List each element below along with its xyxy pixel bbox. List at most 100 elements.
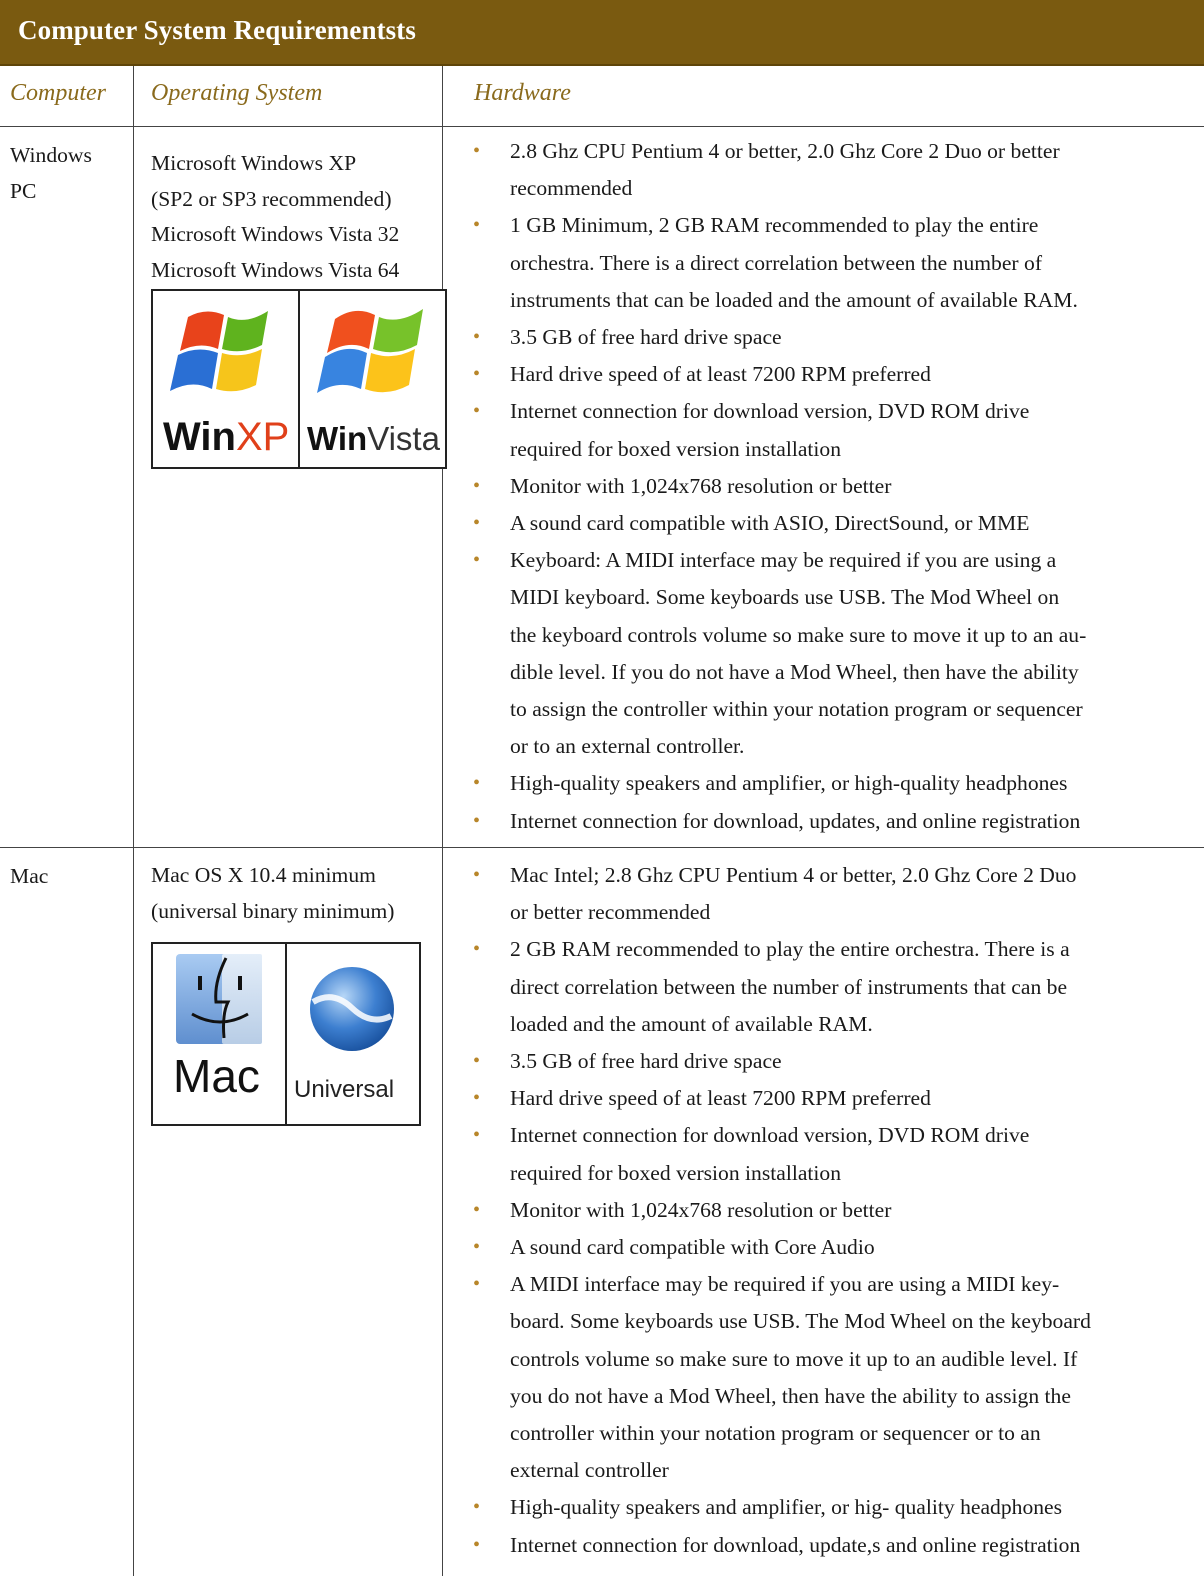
- logo-divider: [285, 944, 287, 1124]
- hardware-requirement-line: required for boxed version installation: [510, 1160, 842, 1185]
- windows-hardware-list: • 2.8 Ghz CPU Pentium 4 or better, 2.0 Gh…: [462, 133, 1184, 840]
- hardware-requirement-item: • 2 GB RAM recommended to play the entire…: [462, 931, 1184, 1043]
- hardware-requirement-line: or to an external controller.: [510, 734, 745, 759]
- bullet-icon: •: [473, 140, 481, 162]
- bullet-icon: •: [473, 772, 481, 795]
- os-line: (SP2 or SP3 recommended): [151, 186, 392, 211]
- hardware-requirement-line: 1 GB Minimum, 2 GB RAM recommended to pl…: [510, 213, 1039, 238]
- hardware-requirement-line: 2.8 Ghz CPU Pentium 4 or better, 2.0 Ghz…: [510, 139, 1060, 163]
- bullet-icon: •: [473, 938, 481, 961]
- hardware-requirement-line: Internet connection for download version…: [510, 399, 1030, 424]
- mac-hardware-list: • Mac Intel; 2.8 Ghz CPU Pentium 4 or bet…: [462, 857, 1184, 1564]
- winvista-wordmark-bold: Win: [307, 420, 368, 457]
- hardware-requirement-item: • A MIDI interface may be required if you…: [462, 1266, 1184, 1489]
- hardware-requirement-item: • A sound card compatible with ASIO, Dire…: [462, 505, 1184, 542]
- hardware-requirement-item: • High-quality speakers and amplifier, or…: [462, 1489, 1184, 1526]
- hardware-requirement-line: you do not have a Mod Wheel, then have t…: [510, 1383, 1071, 1408]
- os-line: Microsoft Windows XP: [151, 151, 357, 175]
- winxp-wordmark-light: XP: [235, 415, 290, 459]
- os-line: Microsoft Windows Vista 32: [151, 222, 400, 246]
- windows-xp-flag-icon: [170, 311, 268, 392]
- hardware-requirement-item: • Monitor with 1,024x768 resolution or be…: [462, 468, 1184, 505]
- hardware-requirement-line: controller within your notation program …: [510, 1421, 1041, 1446]
- mac-wordmark: Mac: [173, 1050, 260, 1102]
- hardware-requirement-line: recommended: [510, 176, 633, 201]
- hardware-requirement-item: • Hard drive speed of at least 7200 RPM p…: [462, 356, 1184, 393]
- hardware-requirement-item: • 1 GB Minimum, 2 GB RAM recommended to p…: [462, 207, 1184, 319]
- row-divider-header: [0, 126, 1204, 127]
- winxp-wordmark-bold: Win: [163, 415, 236, 459]
- bullet-icon: •: [473, 1198, 481, 1221]
- bullet-icon: •: [473, 864, 481, 886]
- bullet-icon: •: [473, 809, 481, 832]
- hardware-requirement-item: • A sound card compatible with Core Audio: [462, 1229, 1184, 1266]
- hardware-requirement-line: A MIDI interface may be required if you …: [510, 1272, 1060, 1297]
- bullet-icon: •: [473, 214, 481, 237]
- bullet-icon: •: [473, 326, 481, 349]
- mac-computer-cell: Mac: [10, 858, 48, 894]
- hardware-requirement-line: 3.5 GB of free hard drive space: [510, 1049, 782, 1074]
- hardware-requirement-line: High-quality speakers and amplifier, or …: [510, 1495, 1063, 1520]
- bullet-icon: •: [473, 549, 481, 572]
- header-computer: Computer: [0, 66, 133, 126]
- os-line: Microsoft Windows Vista 64: [151, 257, 400, 282]
- bullet-icon: •: [473, 1273, 481, 1296]
- os-line: Mac OS X 10.4 minimum: [151, 863, 376, 887]
- bullet-icon: •: [473, 1533, 481, 1556]
- hardware-requirement-line: Keyboard: A MIDI interface may be requir…: [510, 548, 1057, 573]
- bullet-icon: •: [473, 400, 481, 423]
- hardware-requirement-line: dible level. If you do not have a Mod Wh…: [510, 659, 1079, 684]
- mac-finder-icon: [176, 954, 262, 1044]
- bullet-icon: •: [473, 1124, 481, 1147]
- computer-name-line: PC: [10, 179, 37, 203]
- bullet-icon: •: [473, 474, 481, 497]
- hardware-requirement-line: board. Some keyboards use USB. The Mod W…: [510, 1309, 1091, 1334]
- windows-computer-cell: Windows PC: [10, 137, 92, 209]
- mac-os-cell: Mac OS X 10.4 minimum (universal binary …: [151, 858, 394, 929]
- universal-sphere-icon: [310, 967, 394, 1051]
- hardware-requirement-item: • Internet connection for download, updat…: [462, 1527, 1184, 1564]
- bullet-icon: •: [473, 512, 481, 535]
- hardware-requirement-line: Internet connection for download version…: [510, 1123, 1030, 1148]
- windows-logo-box: WinXP WinVista: [151, 289, 447, 469]
- universal-wordmark: Universal: [294, 1076, 395, 1103]
- hardware-requirement-line: external controller: [510, 1458, 669, 1483]
- header-computer-label: Computer: [10, 80, 106, 106]
- row-divider-windows: [0, 847, 1204, 848]
- windows-os-cell: Microsoft Windows XP (SP2 or SP3 recomme…: [151, 146, 399, 288]
- table-title: Computer System Requirementsts: [18, 15, 416, 45]
- bullet-icon: •: [473, 1496, 481, 1519]
- os-line: (universal binary minimum): [151, 898, 395, 923]
- hardware-requirement-item: • 2.8 Ghz CPU Pentium 4 or better, 2.0 Gh…: [462, 133, 1184, 207]
- hardware-requirement-line: High-quality speakers and amplifier, or …: [510, 771, 1068, 796]
- hardware-requirement-item: • 3.5 GB of free hard drive space: [462, 1043, 1184, 1080]
- bullet-icon: •: [473, 363, 481, 386]
- column-divider-1: [133, 66, 134, 1576]
- header-hardware: Hardware: [442, 66, 1204, 126]
- computer-name-line: Windows: [10, 143, 92, 167]
- hardware-requirement-line: A sound card compatible with ASIO, Direc…: [510, 511, 1030, 536]
- winvista-wordmark-light: Vista: [367, 420, 440, 457]
- hardware-requirement-line: Hard drive speed of at least 7200 RPM pr…: [510, 362, 931, 387]
- header-os-label: Operating System: [151, 80, 323, 106]
- computer-name-line: Mac: [10, 864, 49, 888]
- hardware-requirement-item: • Internet connection for download, updat…: [462, 803, 1184, 840]
- hardware-requirement-line: loaded and the amount of available RAM.: [510, 1011, 873, 1036]
- hardware-requirement-line: instruments that can be loaded and the a…: [510, 287, 1078, 312]
- hardware-requirement-item: • Monitor with 1,024x768 resolution or be…: [462, 1192, 1184, 1229]
- hardware-requirement-line: MIDI keyboard. Some keyboards use USB. T…: [510, 585, 1060, 610]
- hardware-requirement-item: • Mac Intel; 2.8 Ghz CPU Pentium 4 or bet…: [462, 857, 1184, 931]
- hardware-requirement-line: Hard drive speed of at least 7200 RPM pr…: [510, 1086, 931, 1111]
- hardware-requirement-line: direct correlation between the number of…: [510, 974, 1068, 999]
- hardware-requirement-line: Monitor with 1,024x768 resolution or bet…: [510, 473, 892, 498]
- hardware-requirement-line: the keyboard controls volume so make sur…: [510, 622, 1087, 647]
- hardware-requirement-line: 3.5 GB of free hard drive space: [510, 325, 782, 350]
- winvista-wordmark: WinVista: [307, 419, 440, 459]
- header-hardware-label: Hardware: [474, 80, 571, 106]
- hardware-requirement-line: controls volume so make sure to move it …: [510, 1346, 1078, 1371]
- table-title-bar: Computer System Requirementsts: [0, 0, 1204, 66]
- hardware-requirement-line: required for boxed version installation: [510, 436, 842, 461]
- hardware-requirement-item: • 3.5 GB of free hard drive space: [462, 319, 1184, 356]
- windows-vista-flag-icon: [317, 309, 423, 393]
- hardware-requirement-line: A sound card compatible with Core Audio: [510, 1235, 875, 1260]
